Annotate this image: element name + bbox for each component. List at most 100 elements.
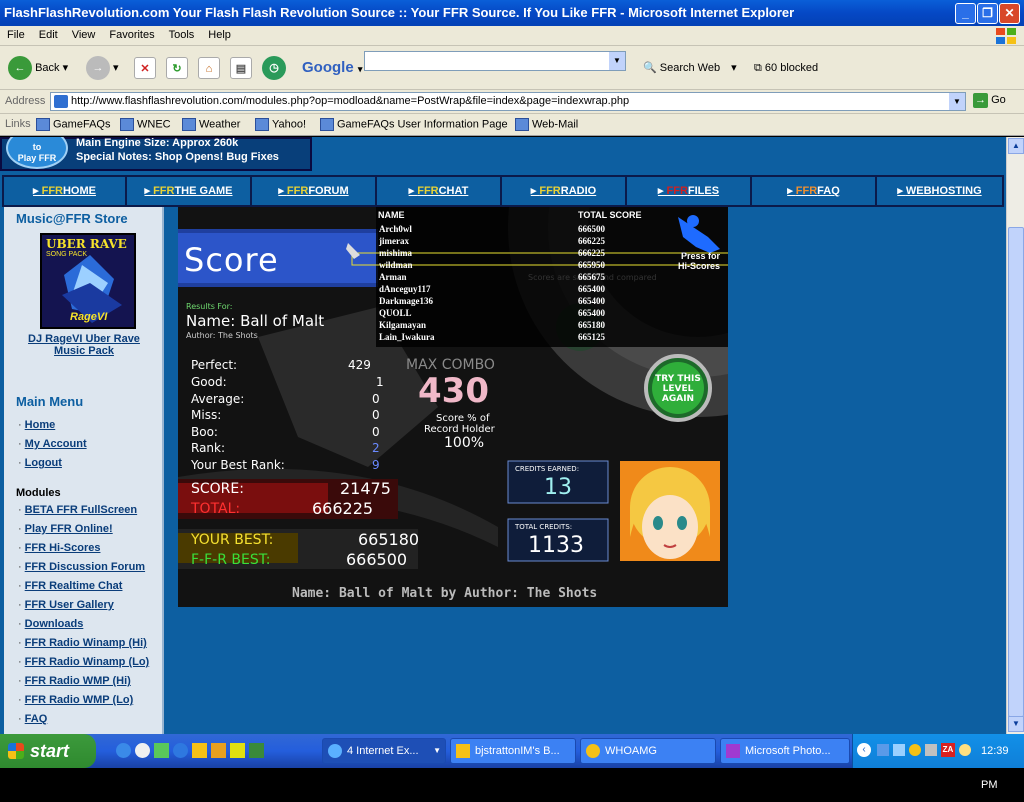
address-bar: Address http://www.flashflashrevolution.… xyxy=(0,90,1024,114)
module-radio-wmp-lo[interactable]: · FFR Radio WMP (Lo) xyxy=(18,694,133,706)
nav-ffr-home[interactable]: ▸ FFRHOME xyxy=(4,177,127,205)
module-radio-winamp-hi[interactable]: · FFR Radio Winamp (Hi) xyxy=(18,637,147,649)
network-icon[interactable] xyxy=(877,744,889,756)
quick-launch-icon[interactable] xyxy=(154,743,169,758)
banner-special-notes: Special Notes: Shop Opens! Bug Fixes xyxy=(76,151,279,163)
link-gamefaqs-user-info[interactable]: GameFAQs User Information Page xyxy=(320,118,508,131)
stop-button[interactable]: ✕ xyxy=(134,54,156,82)
song-name: Name: Ball of Malt xyxy=(186,312,325,330)
menu-edit[interactable]: Edit xyxy=(32,26,65,44)
task-whoamg[interactable]: WHOAMG xyxy=(580,738,716,764)
stat-perfect-value: 429 xyxy=(348,358,371,372)
menu-favorites[interactable]: Favorites xyxy=(102,26,161,44)
module-radio-winamp-lo[interactable]: · FFR Radio Winamp (Lo) xyxy=(18,656,149,668)
link-web-mail[interactable]: Web-Mail xyxy=(515,118,578,131)
module-beta-fullscreen[interactable]: · BETA FFR FullScreen xyxy=(18,504,137,516)
play-ffr-badge[interactable]: to Play FFR xyxy=(6,137,68,169)
start-button[interactable]: start xyxy=(0,734,96,768)
internet-explorer-icon xyxy=(328,744,342,758)
link-weather[interactable]: Weather xyxy=(182,118,240,131)
game-results-panel[interactable]: Score Results For: Name: Ball of Malt Au… xyxy=(178,207,728,607)
tray-expand-icon[interactable]: ‹ xyxy=(857,743,871,757)
forward-button[interactable]: → ▾ xyxy=(86,54,119,82)
nav-ffr-files[interactable]: ▸ FFRFILES xyxy=(627,177,752,205)
song-author: Author: The Shots xyxy=(186,331,258,340)
nav-ffr-faq[interactable]: ▸ FFRFAQ xyxy=(752,177,877,205)
module-radio-wmp-hi[interactable]: · FFR Radio WMP (Hi) xyxy=(18,675,131,687)
module-discussion-forum[interactable]: · FFR Discussion Forum xyxy=(18,561,145,573)
hiscore-row-name: QUOLL xyxy=(379,308,412,318)
aim-tray-icon[interactable] xyxy=(909,744,921,756)
stat-miss-label: Miss: xyxy=(191,408,222,422)
refresh-button[interactable]: ↻ xyxy=(166,54,188,82)
menu-item-my-account[interactable]: · My Account xyxy=(18,438,87,450)
album-signature: RageVI xyxy=(70,311,108,323)
album-link[interactable]: DJ RageVI Uber Rave Music Pack xyxy=(4,333,164,357)
nav-webhosting[interactable]: ▸ WEBHOSTING xyxy=(877,177,1002,205)
menu-item-home[interactable]: · Home xyxy=(18,419,55,431)
press-for-hiscores[interactable]: Press for Hi-Scores xyxy=(678,251,720,271)
zonealarm-icon[interactable]: ZA xyxy=(941,743,955,757)
close-button[interactable]: ✕ xyxy=(999,3,1020,24)
hiscore-row-score: 665950 xyxy=(578,260,605,270)
google-search-input[interactable]: ▼ xyxy=(364,51,626,71)
album-cover-image[interactable]: UBER RAVE SONG PACK RageVI xyxy=(40,233,136,329)
module-faq[interactable]: · FAQ xyxy=(18,713,47,725)
scroll-up-icon[interactable]: ▲ xyxy=(1008,138,1024,154)
popup-blocker-button[interactable]: ⧉ 60 blocked xyxy=(754,54,818,82)
link-gamefaqs[interactable]: GameFAQs xyxy=(36,118,110,131)
menu-item-logout[interactable]: · Logout xyxy=(18,457,62,469)
quick-launch-icon[interactable] xyxy=(192,743,207,758)
page-scrollbar[interactable]: ▲ ▼ xyxy=(1006,137,1024,734)
address-dropdown-icon[interactable]: ▼ xyxy=(949,93,965,110)
forward-arrow-icon: → xyxy=(86,56,110,81)
home-button[interactable]: ⌂ xyxy=(198,54,220,82)
module-hi-scores[interactable]: · FFR Hi-Scores xyxy=(18,542,100,554)
volume-icon[interactable] xyxy=(925,744,937,756)
quick-launch-icon[interactable] xyxy=(230,743,245,758)
title-bar: FlashFlashRevolution.com Your Flash Flas… xyxy=(0,0,1024,26)
history-button[interactable]: ◷ xyxy=(262,54,286,82)
link-yahoo[interactable]: Yahoo! xyxy=(255,118,306,131)
task-photo-editor[interactable]: Microsoft Photo... xyxy=(720,738,850,764)
module-realtime-chat[interactable]: · FFR Realtime Chat xyxy=(18,580,122,592)
nav-ffr-chat[interactable]: ▸ FFRCHAT xyxy=(377,177,502,205)
maximize-button[interactable]: ❐ xyxy=(977,3,998,24)
tray-icon[interactable] xyxy=(893,744,905,756)
internet-explorer-icon[interactable] xyxy=(173,743,188,758)
task-aim-buddy[interactable]: bjstrattonIM's B... xyxy=(450,738,576,764)
nav-ffr-forum[interactable]: ▸ FFRFORUM xyxy=(252,177,377,205)
link-wnec[interactable]: WNEC xyxy=(120,118,171,131)
scroll-down-icon[interactable]: ▼ xyxy=(1008,716,1024,732)
chevron-down-icon[interactable]: ▼ xyxy=(609,52,625,70)
back-arrow-icon: ← xyxy=(8,56,32,81)
module-user-gallery[interactable]: · FFR User Gallery xyxy=(18,599,114,611)
quick-launch-icon[interactable] xyxy=(135,743,150,758)
google-toolbar-logo[interactable]: Google ▾ xyxy=(302,54,362,82)
module-downloads[interactable]: · Downloads xyxy=(18,618,83,630)
hiscore-row-name: Arman xyxy=(379,272,407,282)
address-input[interactable]: http://www.flashflashrevolution.com/modu… xyxy=(50,92,966,111)
home-icon: ⌂ xyxy=(198,57,220,80)
module-play-online[interactable]: · Play FFR Online! xyxy=(18,523,113,535)
tray-icon[interactable] xyxy=(959,744,971,756)
quick-launch-icon[interactable] xyxy=(249,743,264,758)
menu-file[interactable]: File xyxy=(0,26,32,44)
menu-tools[interactable]: Tools xyxy=(162,26,202,44)
task-internet-explorer[interactable]: 4 Internet Ex... ▼ xyxy=(322,738,446,764)
print-button[interactable]: ▤ xyxy=(230,54,252,82)
menu-view[interactable]: View xyxy=(65,26,103,44)
nav-ffr-the-game[interactable]: ▸ FFRTHE GAME xyxy=(127,177,252,205)
scroll-thumb[interactable] xyxy=(1008,227,1024,717)
minimize-button[interactable]: _ xyxy=(955,3,976,24)
back-button[interactable]: ← Back ▾ xyxy=(8,54,68,82)
search-web-button[interactable]: 🔍 Search Web ▾ xyxy=(643,54,737,82)
history-icon: ◷ xyxy=(262,56,286,81)
try-again-button[interactable]: TRY THIS LEVEL AGAIN xyxy=(652,374,704,404)
go-button[interactable]: → Go xyxy=(973,93,1006,108)
quick-launch-icon[interactable] xyxy=(116,743,131,758)
stat-rank-label: Rank: xyxy=(191,441,226,455)
quick-launch-icon[interactable] xyxy=(211,743,226,758)
menu-help[interactable]: Help xyxy=(201,26,238,44)
nav-ffr-radio[interactable]: ▸ FFRRADIO xyxy=(502,177,627,205)
